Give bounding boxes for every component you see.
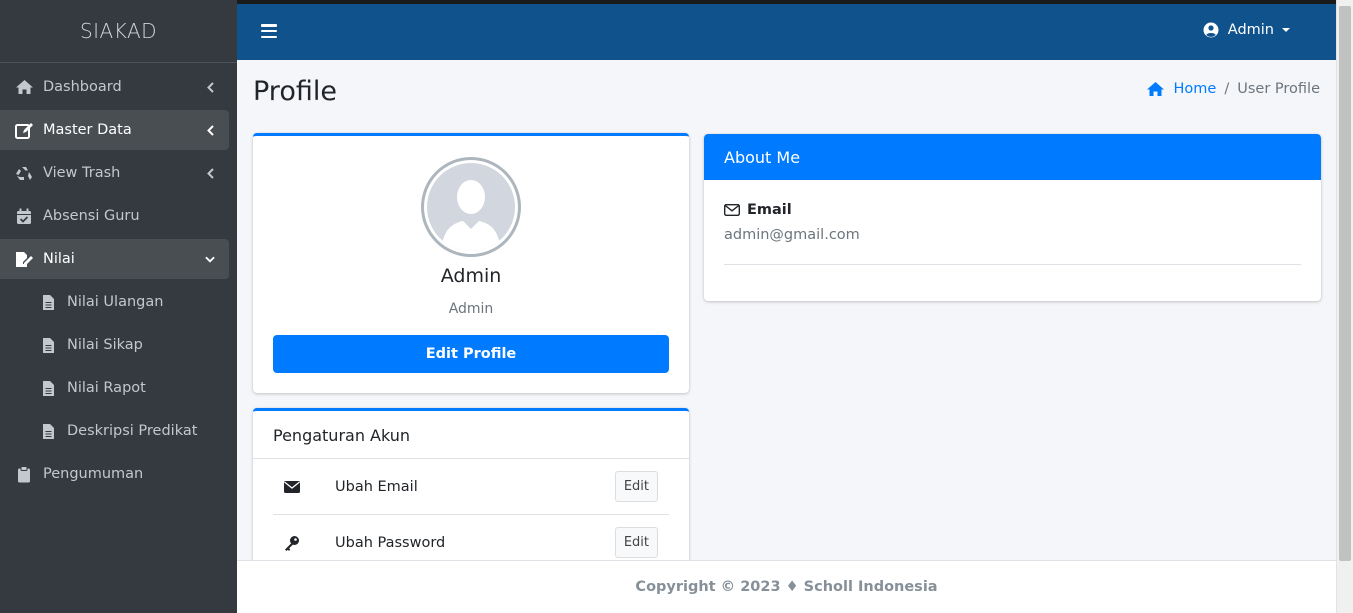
user-placeholder-icon bbox=[427, 163, 515, 251]
sidebar-nav: Dashboard Master Data View Trash Absensi… bbox=[0, 63, 237, 494]
user-menu-dropdown[interactable]: Admin bbox=[1203, 22, 1290, 38]
sidebar-item-pengumuman[interactable]: Pengumuman bbox=[0, 454, 229, 494]
sidebar-item-view-trash[interactable]: View Trash bbox=[0, 153, 229, 193]
divider bbox=[724, 264, 1301, 265]
sidebar-subitem-deskripsi-predikat[interactable]: Deskripsi Predikat bbox=[0, 411, 229, 451]
hamburger-menu-icon[interactable] bbox=[261, 23, 277, 39]
change-email-edit-button[interactable]: Edit bbox=[614, 471, 658, 502]
sidebar-item-label: Dashboard bbox=[43, 79, 122, 95]
sidebar-subitem-label: Nilai Rapot bbox=[67, 380, 146, 396]
edit-profile-button[interactable]: Edit Profile bbox=[273, 335, 669, 373]
breadcrumb-separator: / bbox=[1224, 81, 1230, 97]
sidebar-subitem-nilai-sikap[interactable]: Nilai Sikap bbox=[0, 325, 229, 365]
change-email-label: Ubah Email bbox=[335, 478, 418, 495]
sidebar-subitem-label: Nilai Ulangan bbox=[67, 294, 164, 310]
sidebar-subitem-label: Nilai Sikap bbox=[67, 337, 143, 353]
sidebar-subitem-nilai-ulangan[interactable]: Nilai Ulangan bbox=[0, 282, 229, 322]
copyright-text: Copyright © 2023 ♦ Scholl Indonesia bbox=[635, 579, 938, 595]
chevron-down-icon bbox=[205, 253, 215, 265]
sidebar-item-label: Pengumuman bbox=[43, 466, 144, 482]
caret-down-icon bbox=[1282, 28, 1290, 32]
avatar bbox=[421, 157, 521, 257]
sidebar-item-label: Master Data bbox=[43, 122, 132, 138]
about-me-header: About Me bbox=[704, 134, 1321, 180]
home-icon bbox=[1146, 81, 1165, 97]
file-icon bbox=[40, 336, 56, 354]
sidebar-item-master-data[interactable]: Master Data bbox=[0, 110, 229, 150]
email-value: admin@gmail.com bbox=[724, 227, 860, 243]
sidebar-subitem-nilai-rapot[interactable]: Nilai Rapot bbox=[0, 368, 229, 408]
recycle-icon bbox=[14, 164, 34, 182]
envelope-icon bbox=[273, 478, 311, 496]
clipboard-icon bbox=[14, 465, 34, 483]
breadcrumb: Home / User Profile bbox=[1146, 81, 1320, 97]
footer: Copyright © 2023 ♦ Scholl Indonesia bbox=[237, 560, 1336, 613]
sidebar-item-label: Nilai bbox=[43, 251, 75, 267]
edit-icon bbox=[14, 121, 34, 139]
file-icon bbox=[40, 293, 56, 311]
profile-role: Admin bbox=[448, 301, 494, 317]
user-menu-label: Admin bbox=[1227, 22, 1274, 38]
file-icon bbox=[40, 422, 56, 440]
change-email-row: Ubah Email Edit bbox=[273, 459, 669, 515]
breadcrumb-current: User Profile bbox=[1237, 81, 1320, 97]
sidebar-item-label: View Trash bbox=[43, 165, 121, 181]
breadcrumb-home-label: Home bbox=[1173, 81, 1217, 97]
chevron-left-icon bbox=[205, 81, 215, 93]
chevron-left-icon bbox=[205, 167, 215, 179]
sidebar: SIAKAD Dashboard Master Data View Trash bbox=[0, 0, 237, 613]
sidebar-item-label: Absensi Guru bbox=[43, 208, 140, 224]
sidebar-item-absensi-guru[interactable]: Absensi Guru bbox=[0, 196, 229, 236]
signature-icon bbox=[14, 250, 34, 268]
email-label-text: Email bbox=[747, 202, 792, 218]
email-label: Email bbox=[724, 202, 792, 218]
profile-name: Admin bbox=[440, 265, 502, 287]
change-password-edit-button[interactable]: Edit bbox=[614, 527, 658, 558]
home-icon bbox=[14, 78, 34, 96]
top-navbar: Admin bbox=[237, 0, 1336, 60]
user-circle-icon bbox=[1203, 22, 1219, 38]
sidebar-item-dashboard[interactable]: Dashboard bbox=[0, 67, 229, 107]
sidebar-subitem-label: Deskripsi Predikat bbox=[67, 423, 198, 439]
file-icon bbox=[40, 379, 56, 397]
sidebar-item-nilai[interactable]: Nilai bbox=[0, 239, 229, 279]
breadcrumb-home-link[interactable]: Home bbox=[1146, 81, 1217, 97]
envelope-icon bbox=[724, 203, 740, 217]
change-password-label: Ubah Password bbox=[335, 534, 446, 551]
scrollbar-thumb[interactable] bbox=[1339, 6, 1351, 561]
page-scrollbar[interactable] bbox=[1336, 0, 1353, 613]
about-me-card: About Me Email admin@gmail.com bbox=[704, 134, 1321, 301]
profile-card: Admin Admin Edit Profile bbox=[253, 133, 689, 393]
account-settings-title: Pengaturan Akun bbox=[273, 426, 411, 445]
account-settings-card: Pengaturan Akun Ubah Email Edit Ubah Pas… bbox=[253, 408, 689, 568]
brand-logo[interactable]: SIAKAD bbox=[0, 0, 237, 63]
chevron-left-icon bbox=[205, 124, 215, 136]
calendar-check-icon bbox=[14, 207, 34, 225]
page-title: Profile bbox=[253, 76, 337, 107]
key-icon bbox=[273, 534, 311, 552]
